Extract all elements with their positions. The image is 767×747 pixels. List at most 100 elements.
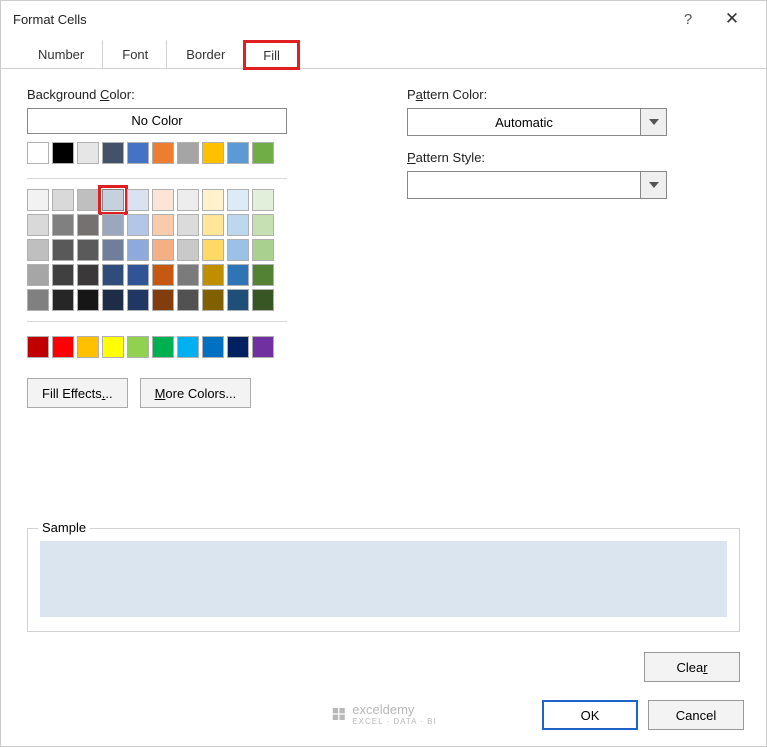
pattern-section: Pattern Color: Automatic Pattern Style: — [407, 87, 740, 528]
theme-color-row — [27, 142, 347, 164]
ok-button[interactable]: OK — [542, 700, 638, 730]
color-swatch[interactable] — [102, 264, 124, 286]
color-swatch[interactable] — [227, 214, 249, 236]
dialog-body: Background Color: No Color Fill Effects.… — [1, 69, 766, 528]
divider — [27, 178, 287, 179]
color-swatch[interactable] — [27, 214, 49, 236]
help-button[interactable]: ? — [666, 11, 710, 28]
color-swatch[interactable] — [102, 336, 124, 358]
tab-font[interactable]: Font — [103, 40, 167, 68]
dropdown-button-icon — [640, 109, 666, 135]
color-swatch[interactable] — [127, 214, 149, 236]
color-swatch[interactable] — [252, 336, 274, 358]
color-swatch[interactable] — [77, 336, 99, 358]
tab-number[interactable]: Number — [19, 40, 103, 68]
color-swatch[interactable] — [227, 336, 249, 358]
color-swatch[interactable] — [77, 214, 99, 236]
pattern-color-dropdown[interactable]: Automatic — [407, 108, 667, 136]
color-swatch[interactable] — [152, 264, 174, 286]
color-swatch[interactable] — [177, 336, 199, 358]
color-swatch[interactable] — [27, 264, 49, 286]
color-swatch[interactable] — [77, 189, 99, 211]
titlebar: Format Cells ? ✕ — [1, 1, 766, 37]
color-swatch[interactable] — [177, 264, 199, 286]
color-swatch[interactable] — [127, 189, 149, 211]
pattern-style-dropdown[interactable] — [407, 171, 667, 199]
color-swatch[interactable] — [127, 289, 149, 311]
color-swatch[interactable] — [252, 264, 274, 286]
color-swatch[interactable] — [27, 142, 49, 164]
color-swatch[interactable] — [202, 336, 224, 358]
divider — [27, 321, 287, 322]
color-swatch[interactable] — [152, 189, 174, 211]
color-swatch[interactable] — [202, 214, 224, 236]
color-swatch[interactable] — [77, 142, 99, 164]
color-swatch[interactable] — [152, 214, 174, 236]
color-swatch[interactable] — [52, 189, 74, 211]
color-swatch[interactable] — [202, 142, 224, 164]
color-matrix — [27, 189, 347, 311]
no-color-button[interactable]: No Color — [27, 108, 287, 134]
color-swatch[interactable] — [27, 289, 49, 311]
sample-fieldset: Sample — [27, 528, 740, 632]
tab-fill[interactable]: Fill — [244, 41, 299, 69]
tab-row: Number Font Border Fill — [1, 37, 766, 69]
color-swatch[interactable] — [202, 264, 224, 286]
footer: OK Cancel — [1, 690, 766, 746]
color-swatch[interactable] — [252, 214, 274, 236]
color-swatch[interactable] — [102, 239, 124, 261]
fill-effects-button[interactable]: Fill Effects... — [27, 378, 128, 408]
close-button[interactable]: ✕ — [710, 9, 754, 29]
color-swatch[interactable] — [52, 214, 74, 236]
color-swatch[interactable] — [227, 289, 249, 311]
color-swatch[interactable] — [52, 336, 74, 358]
color-swatch[interactable] — [177, 239, 199, 261]
color-swatch[interactable] — [227, 239, 249, 261]
color-swatch[interactable] — [127, 142, 149, 164]
pattern-color-label: Pattern Color: — [407, 87, 740, 102]
color-swatch[interactable] — [252, 189, 274, 211]
clear-button[interactable]: Clear — [644, 652, 740, 682]
dialog-title: Format Cells — [13, 12, 666, 27]
color-swatch[interactable] — [102, 214, 124, 236]
color-swatch[interactable] — [227, 264, 249, 286]
color-swatch[interactable] — [177, 142, 199, 164]
color-swatch[interactable] — [127, 336, 149, 358]
cancel-button[interactable]: Cancel — [648, 700, 744, 730]
color-swatch[interactable] — [252, 142, 274, 164]
tab-border[interactable]: Border — [167, 40, 244, 68]
more-colors-button[interactable]: More Colors... — [140, 378, 252, 408]
color-swatch[interactable] — [152, 289, 174, 311]
color-swatch[interactable] — [52, 289, 74, 311]
color-swatch[interactable] — [152, 239, 174, 261]
color-swatch[interactable] — [77, 264, 99, 286]
color-swatch[interactable] — [177, 289, 199, 311]
color-swatch[interactable] — [177, 189, 199, 211]
color-swatch[interactable] — [252, 239, 274, 261]
pattern-color-value: Automatic — [408, 115, 640, 130]
color-swatch[interactable] — [102, 289, 124, 311]
color-swatch[interactable] — [77, 239, 99, 261]
color-swatch[interactable] — [102, 189, 124, 211]
color-swatch[interactable] — [27, 189, 49, 211]
color-swatch[interactable] — [227, 142, 249, 164]
background-color-label: Background Color: — [27, 87, 347, 102]
color-swatch[interactable] — [252, 289, 274, 311]
color-swatch[interactable] — [202, 189, 224, 211]
color-swatch[interactable] — [27, 336, 49, 358]
color-swatch[interactable] — [77, 289, 99, 311]
color-swatch[interactable] — [127, 264, 149, 286]
color-swatch[interactable] — [227, 189, 249, 211]
color-swatch[interactable] — [177, 214, 199, 236]
color-swatch[interactable] — [52, 264, 74, 286]
color-swatch[interactable] — [202, 289, 224, 311]
color-swatch[interactable] — [102, 142, 124, 164]
color-swatch[interactable] — [202, 239, 224, 261]
color-swatch[interactable] — [27, 239, 49, 261]
color-swatch[interactable] — [127, 239, 149, 261]
sample-label: Sample — [38, 520, 90, 535]
color-swatch[interactable] — [152, 336, 174, 358]
color-swatch[interactable] — [52, 142, 74, 164]
color-swatch[interactable] — [152, 142, 174, 164]
color-swatch[interactable] — [52, 239, 74, 261]
